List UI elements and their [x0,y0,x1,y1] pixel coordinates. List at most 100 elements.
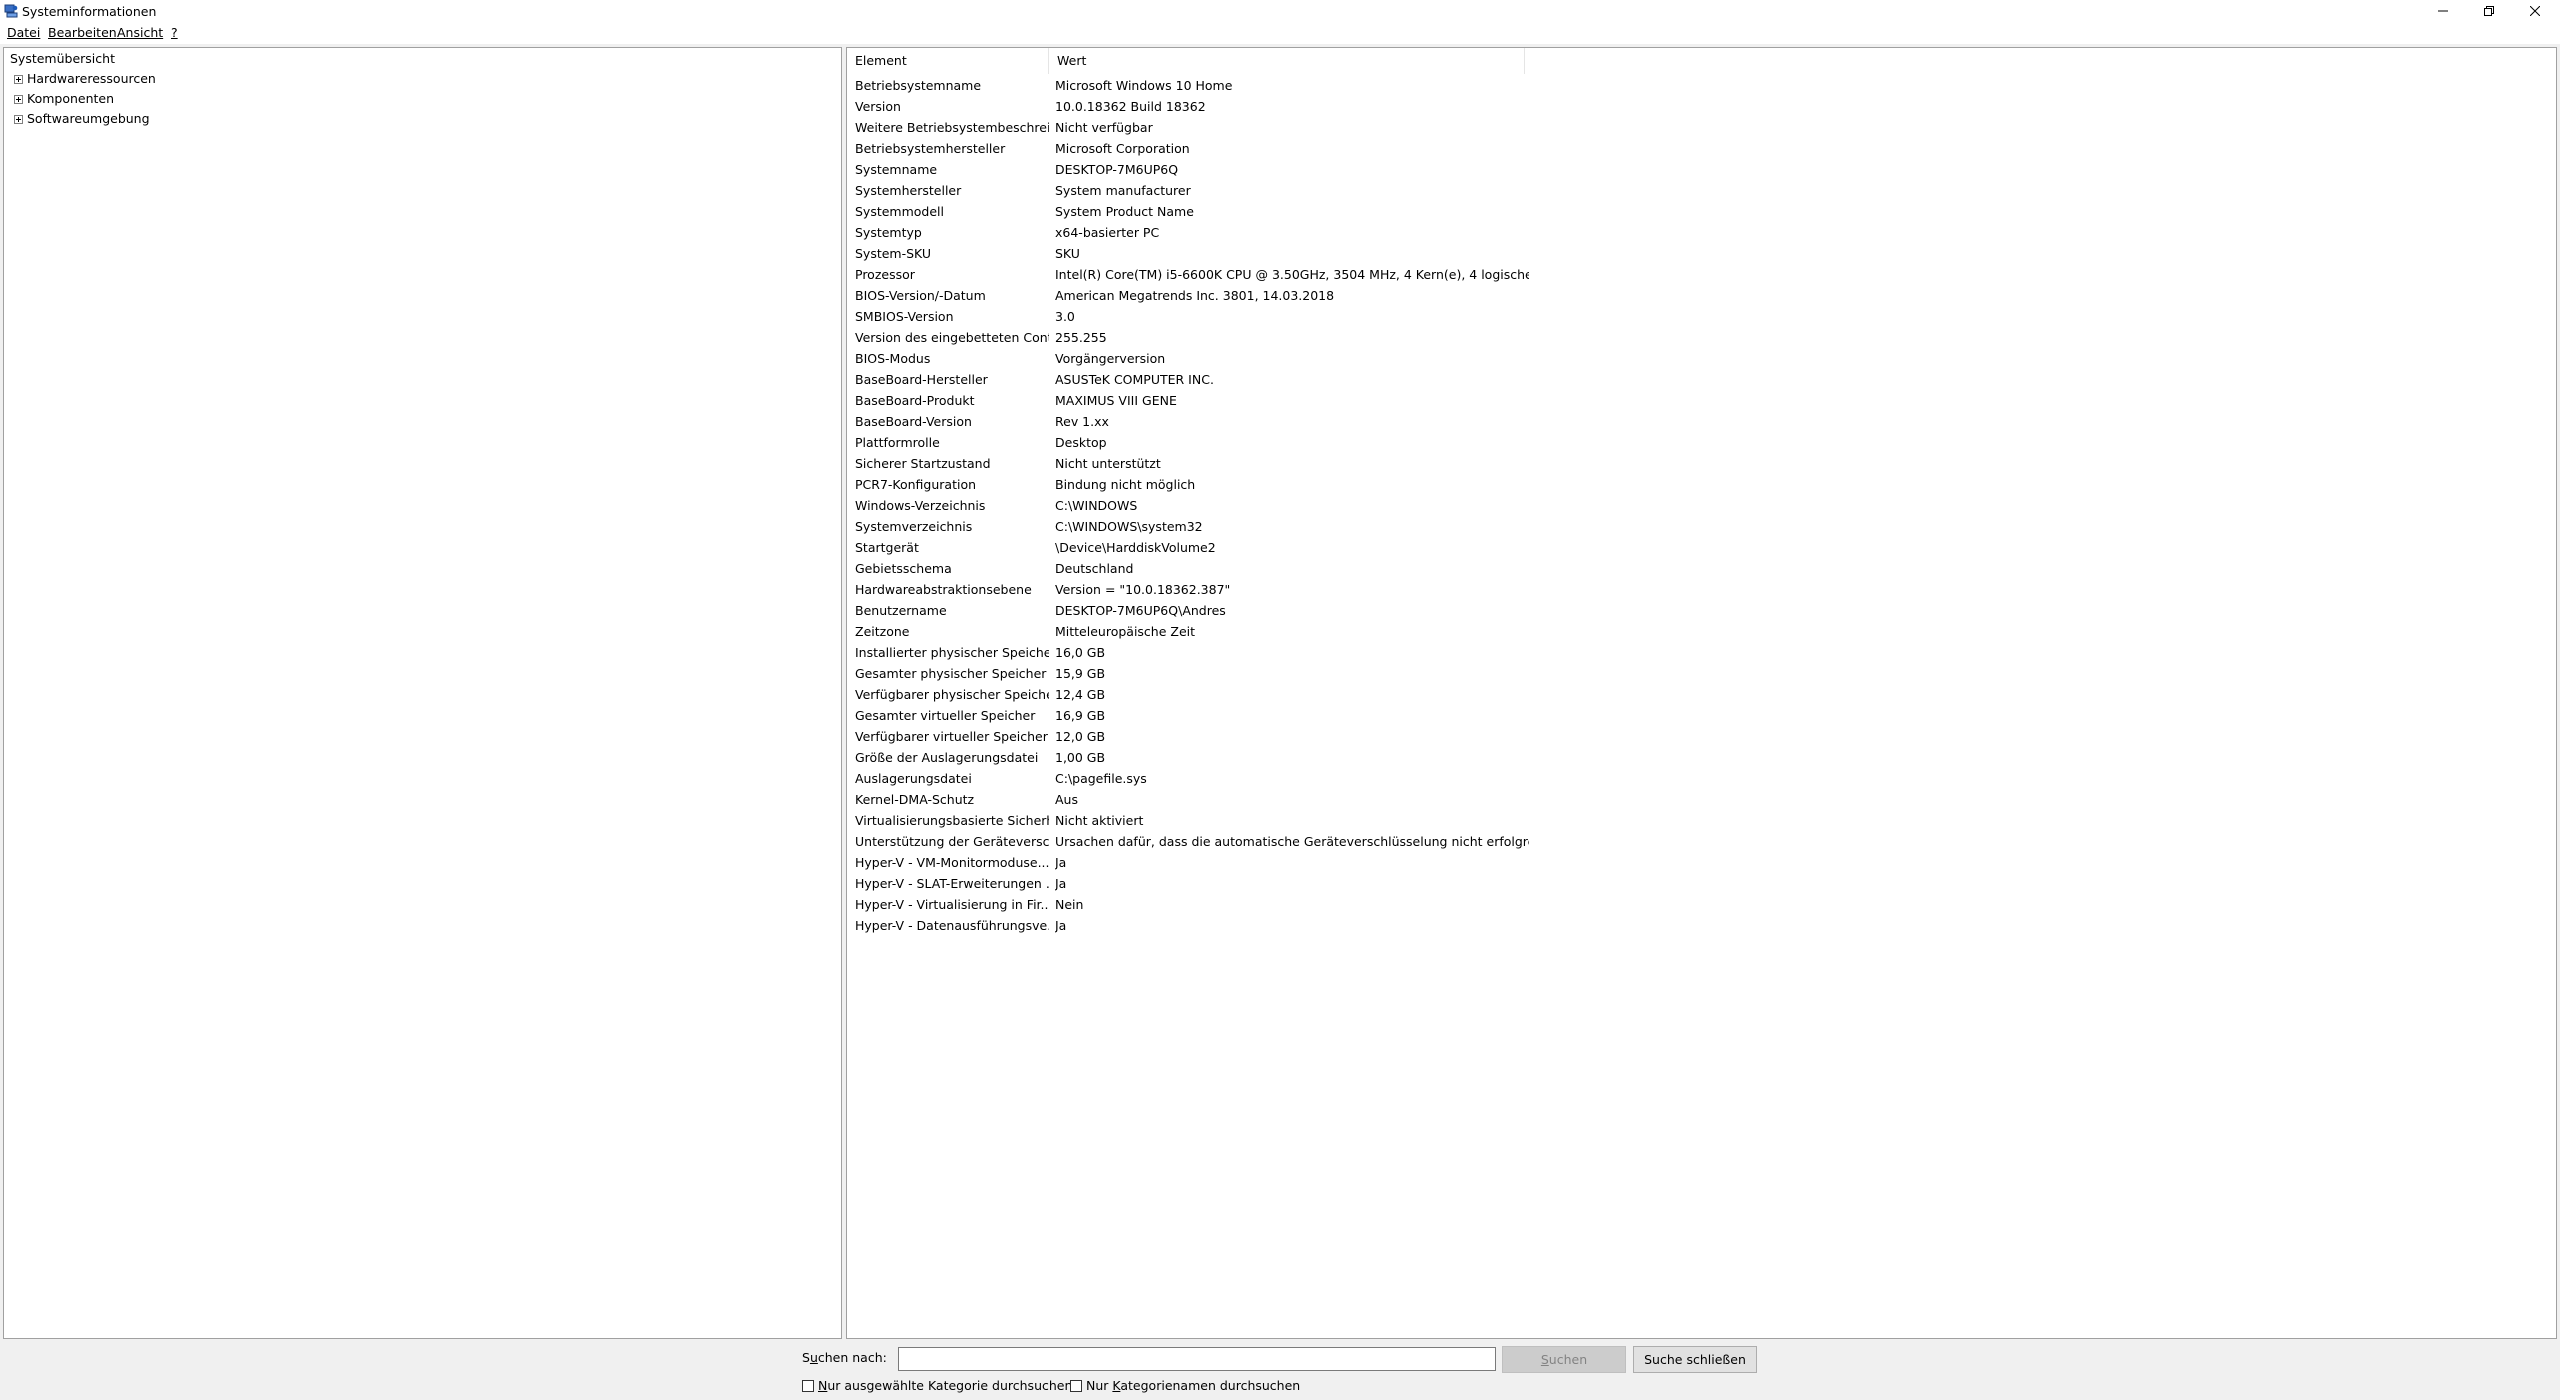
cell-value: DESKTOP-7M6UP6Q\Andres [1055,603,1226,618]
cell-value: SKU [1055,246,1080,261]
tree-item-label: Softwareumgebung [27,111,150,126]
table-row[interactable]: Hyper-V - VM-Monitormoduse... Ja [847,852,1547,873]
table-row[interactable]: Hyper-V - Datenausführungsve... Ja [847,915,1547,936]
table-row[interactable]: Version 10.0.18362 Build 18362 [847,96,1547,117]
table-row[interactable]: Gesamter physischer Speicher 15,9 GB [847,663,1547,684]
table-row[interactable]: Systemverzeichnis C:\WINDOWS\system32 [847,516,1547,537]
table-row[interactable]: Sicherer Startzustand Nicht unterstützt [847,453,1547,474]
column-header-element[interactable]: Element [847,48,1049,74]
cell-value: Deutschland [1055,561,1134,576]
table-row[interactable]: Version des eingebetteten Cont... 255.255 [847,327,1547,348]
cell-value: Microsoft Windows 10 Home [1055,78,1233,93]
checkbox-selected-category-label: Nur ausgewählte Kategorie durchsuchen [818,1378,1073,1393]
close-window-button[interactable] [2512,0,2558,22]
table-row[interactable]: Benutzername DESKTOP-7M6UP6Q\Andres [847,600,1547,621]
table-row[interactable]: Kernel-DMA-Schutz Aus [847,789,1547,810]
table-row[interactable]: Systemtyp x64-basierter PC [847,222,1547,243]
cell-element: BaseBoard-Version [855,414,972,429]
table-row[interactable]: BIOS-Version/-Datum American Megatrends I… [847,285,1547,306]
cell-value: Rev 1.xx [1055,414,1109,429]
menu-datei[interactable]: Datei [7,25,40,40]
title-bar[interactable]: Systeminformationen [0,0,2560,22]
table-row[interactable]: Systemname DESKTOP-7M6UP6Q [847,159,1547,180]
table-row[interactable]: SMBIOS-Version 3.0 [847,306,1547,327]
tree-item-systemuebersicht[interactable]: Systemübersicht [10,50,115,68]
table-row[interactable]: Weitere Betriebsystembeschrei... Nicht ve… [847,117,1547,138]
table-row[interactable]: Hyper-V - Virtualisierung in Fir... Nein [847,894,1547,915]
table-row[interactable]: Virtualisierungsbasierte Sicherh... Nicht… [847,810,1547,831]
search-button[interactable]: Suchen [1502,1346,1626,1373]
cell-element: Version des eingebetteten Cont... [855,330,1049,345]
table-row[interactable]: PCR7-Konfiguration Bindung nicht möglich [847,474,1547,495]
cell-value: ASUSTeK COMPUTER INC. [1055,372,1214,387]
search-label: Suchen nach: [802,1350,887,1365]
cell-value: Nicht verfügbar [1055,120,1153,135]
window-title: Systeminformationen [22,4,157,19]
menu-ansicht[interactable]: Ansicht [117,25,163,40]
cell-element: Startgerät [855,540,919,555]
table-row[interactable]: Plattformrolle Desktop [847,432,1547,453]
table-row[interactable]: BaseBoard-Hersteller ASUSTeK COMPUTER INC… [847,369,1547,390]
column-header-wert[interactable]: Wert [1049,48,1525,74]
table-row[interactable]: Zeitzone Mitteleuropäische Zeit [847,621,1547,642]
tree-item-label: Komponenten [27,91,115,106]
menu-bearbeiten[interactable]: Bearbeiten [48,25,117,40]
cell-element: Prozessor [855,267,915,282]
cell-value: Nicht aktiviert [1055,813,1144,828]
cell-value: Desktop [1055,435,1107,450]
tree-item-hardwareressourcen[interactable]: Hardwareressourcen [6,70,156,88]
cell-value: Mitteleuropäische Zeit [1055,624,1196,639]
cell-element: System-SKU [855,246,932,261]
restore-button[interactable] [2466,0,2512,22]
checkbox-category-names-box[interactable] [1070,1379,1082,1392]
expand-plus-icon[interactable] [14,75,23,84]
table-row[interactable]: System-SKU SKU [847,243,1547,264]
table-row[interactable]: Windows-Verzeichnis C:\WINDOWS [847,495,1547,516]
checkbox-selected-category-box[interactable] [802,1379,814,1392]
menu-help-label: ? [171,25,178,40]
table-row[interactable]: Hyper-V - SLAT-Erweiterungen ... Ja [847,873,1547,894]
table-row[interactable]: Prozessor Intel(R) Core(TM) i5-6600K CPU … [847,264,1547,285]
tree-item-komponenten[interactable]: Komponenten [6,90,114,108]
table-row[interactable]: BaseBoard-Version Rev 1.xx [847,411,1547,432]
table-row[interactable]: Startgerät \Device\HarddiskVolume2 [847,537,1547,558]
table-row[interactable]: Systemhersteller System manufacturer [847,180,1547,201]
table-row[interactable]: Unterstützung der Geräteversc... Ursachen… [847,831,1547,852]
table-row[interactable]: Verfügbarer physischer Speicher 12,4 GB [847,684,1547,705]
table-row[interactable]: Betriebsystemname Microsoft Windows 10 Ho… [847,75,1547,96]
cell-element: Größe der Auslagerungsdatei [855,750,1039,765]
table-row[interactable]: Hardwareabstraktionsebene Version = "10.0… [847,579,1547,600]
cell-value: 12,4 GB [1055,687,1106,702]
cell-value: System Product Name [1055,204,1194,219]
search-input[interactable] [898,1347,1496,1371]
cell-element: Gebietsschema [855,561,952,576]
table-row[interactable]: Gebietsschema Deutschland [847,558,1547,579]
cell-value: American Megatrends Inc. 3801, 14.03.201… [1055,288,1335,303]
system-information-app-icon [4,4,18,18]
table-row[interactable]: BaseBoard-Produkt MAXIMUS VIII GENE [847,390,1547,411]
table-row[interactable]: Größe der Auslagerungsdatei 1,00 GB [847,747,1547,768]
table-row[interactable]: Systemmodell System Product Name [847,201,1547,222]
cell-value: C:\WINDOWS\system32 [1055,519,1203,534]
expand-plus-icon[interactable] [14,95,23,104]
checkbox-selected-category[interactable]: Nur ausgewählte Kategorie durchsuchen [802,1378,1072,1393]
menu-bearbeiten-label: Bearbeiten [48,25,117,40]
cell-element: Plattformrolle [855,435,940,450]
menu-help[interactable]: ? [171,25,178,40]
menu-bar: Datei Bearbeiten Ansicht ? [0,22,2560,44]
table-row[interactable]: BIOS-Modus Vorgängerversion [847,348,1547,369]
category-tree[interactable]: Systemübersicht Hardwareressourcen Kompo… [3,47,842,1339]
cell-element: Zeitzone [855,624,910,639]
cell-element: Systemtyp [855,225,922,240]
table-row[interactable]: Verfügbarer virtueller Speicher 12,0 GB [847,726,1547,747]
table-row[interactable]: Gesamter virtueller Speicher 16,9 GB [847,705,1547,726]
detail-list[interactable]: Element Wert Betriebsystemname Microsoft … [846,47,2557,1339]
table-row[interactable]: Auslagerungsdatei C:\pagefile.sys [847,768,1547,789]
minimize-button[interactable] [2420,0,2466,22]
table-row[interactable]: Betriebsystemhersteller Microsoft Corpora… [847,138,1547,159]
checkbox-category-names[interactable]: Nur Kategorienamen durchsuchen [1070,1378,1300,1393]
close-search-button[interactable]: Suche schließen [1633,1346,1757,1373]
expand-plus-icon[interactable] [14,115,23,124]
table-row[interactable]: Installierter physischer Speicher... 16,0… [847,642,1547,663]
tree-item-softwareumgebung[interactable]: Softwareumgebung [6,110,150,128]
